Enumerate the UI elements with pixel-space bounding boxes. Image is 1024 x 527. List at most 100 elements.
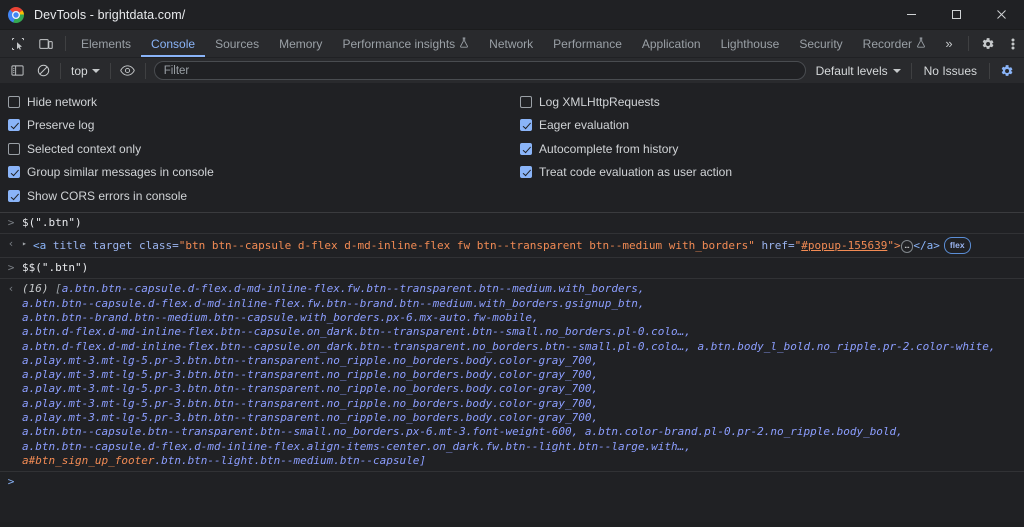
node-tag-close: </a> <box>913 239 940 252</box>
setting-show-cors-errors[interactable]: Show CORS errors in console <box>8 184 512 208</box>
setting-log-xmlhttprequests[interactable]: Log XMLHttpRequests <box>520 90 1024 114</box>
setting-treat-code-evaluation[interactable]: Treat code evaluation as user action <box>520 161 1024 185</box>
setting-group-similar-messages[interactable]: Group similar messages in console <box>8 161 512 185</box>
checkbox-preserve-log[interactable] <box>8 119 20 131</box>
setting-selected-context-only[interactable]: Selected context only <box>8 137 512 161</box>
setting-preserve-log[interactable]: Preserve log <box>8 114 512 138</box>
tab-recorder[interactable]: Recorder <box>853 30 936 57</box>
console-result-entry[interactable]: ‹ ▸ <a title target class="btn btn--caps… <box>0 234 1024 258</box>
flex-badge[interactable]: flex <box>944 237 971 254</box>
checkbox-treat-code-evaluation[interactable] <box>520 166 532 178</box>
taskbar-strip <box>0 522 1024 527</box>
issues-counter[interactable]: No Issues <box>916 64 985 78</box>
filter-input[interactable]: Filter <box>154 61 806 80</box>
chevron-down-icon <box>92 69 100 73</box>
device-toolbar-icon[interactable] <box>32 30 60 57</box>
tab-security[interactable]: Security <box>789 30 852 57</box>
toolbar-divider-4 <box>911 63 912 79</box>
console-sidebar-icon[interactable] <box>4 59 30 83</box>
console-settings-right-column: Log XMLHttpRequests Eager evaluation Aut… <box>512 90 1024 208</box>
toolbar-divider <box>60 63 61 79</box>
setting-hide-network[interactable]: Hide network <box>8 90 512 114</box>
toolbar-divider-2 <box>110 63 111 79</box>
close-icon[interactable] <box>979 0 1024 30</box>
checkbox-hide-network[interactable] <box>8 96 20 108</box>
console-prompt[interactable]: > <box>0 472 1024 491</box>
tab-performance-insights[interactable]: Performance insights <box>332 30 479 57</box>
node-href-link[interactable]: #popup-155639 <box>801 239 887 252</box>
tab-label: Memory <box>279 37 322 51</box>
console-result-array: (16) [a.btn.btn--capsule.d-flex.d-md-inl… <box>22 282 1024 468</box>
console-command-text: $$(".btn") <box>22 261 1024 275</box>
array-items[interactable]: a.btn.btn--capsule.d-flex.d-md-inline-fl… <box>22 282 996 452</box>
array-last-item-rest: .btn.btn--light.btn--medium.btn--capsule… <box>154 454 426 467</box>
checkbox-show-cors-errors[interactable] <box>8 190 20 202</box>
console-command-text: $(".btn") <box>22 216 1024 230</box>
maximize-icon[interactable] <box>934 0 979 30</box>
collapsed-content-icon[interactable]: … <box>901 240 914 253</box>
setting-label: Preserve log <box>27 118 94 132</box>
console-result-entry[interactable]: ‹ (16) [a.btn.btn--capsule.d-flex.d-md-i… <box>0 279 1024 472</box>
checkbox-eager-evaluation[interactable] <box>520 119 532 131</box>
console-settings-gear-icon[interactable] <box>994 64 1020 78</box>
tabbar-divider-right <box>968 36 969 51</box>
node-href-attr: href= <box>755 239 795 252</box>
prompt-caret-icon: > <box>0 475 22 488</box>
flask-icon <box>916 37 926 51</box>
array-last-item-id: a#btn_sign_up_footer <box>22 454 154 467</box>
log-levels-label: Default levels <box>816 64 888 78</box>
console-command-entry[interactable]: > $(".btn") <box>0 213 1024 234</box>
tab-label: Application <box>642 37 701 51</box>
more-vertical-icon[interactable] <box>1002 30 1024 57</box>
tab-label: Console <box>151 37 195 51</box>
tab-network[interactable]: Network <box>479 30 543 57</box>
tab-application[interactable]: Application <box>632 30 711 57</box>
output-caret-icon: ‹ <box>0 237 22 250</box>
tab-sources[interactable]: Sources <box>205 30 269 57</box>
tab-performance[interactable]: Performance <box>543 30 632 57</box>
clear-console-icon[interactable] <box>30 59 56 83</box>
execution-context-selector[interactable]: top <box>65 64 106 78</box>
tabbar-divider <box>65 36 66 51</box>
input-caret-icon: > <box>0 216 22 229</box>
setting-label: Group similar messages in console <box>27 165 214 179</box>
gear-icon[interactable] <box>974 30 1002 57</box>
tab-label: Security <box>799 37 842 51</box>
minimize-icon[interactable] <box>889 0 934 30</box>
chevron-down-icon <box>893 69 901 73</box>
checkbox-selected-context-only[interactable] <box>8 143 20 155</box>
log-levels-dropdown[interactable]: Default levels <box>810 64 907 78</box>
tab-console[interactable]: Console <box>141 30 205 57</box>
console-output[interactable]: > $(".btn") ‹ ▸ <a title target class="b… <box>0 213 1024 527</box>
expand-triangle-icon[interactable]: ▸ <box>22 237 33 248</box>
setting-autocomplete-from-history[interactable]: Autocomplete from history <box>520 137 1024 161</box>
tab-lighthouse[interactable]: Lighthouse <box>711 30 790 57</box>
checkbox-log-xmlhttprequests[interactable] <box>520 96 532 108</box>
node-tag-open: <a <box>33 239 46 252</box>
live-expression-eye-icon[interactable] <box>115 59 141 83</box>
console-command-entry[interactable]: > $$(".btn") <box>0 258 1024 279</box>
setting-eager-evaluation[interactable]: Eager evaluation <box>520 114 1024 138</box>
title-bar: DevTools - brightdata.com/ <box>0 0 1024 30</box>
panel-tab-bar: Elements Console Sources Memory Performa… <box>0 30 1024 58</box>
tabbar-actions <box>963 30 1024 57</box>
tab-label: Recorder <box>863 37 912 51</box>
setting-label: Treat code evaluation as user action <box>539 165 732 179</box>
console-toolbar: top Filter Default levels No Issues <box>0 58 1024 84</box>
chrome-logo <box>8 7 24 23</box>
toolbar-divider-3 <box>145 63 146 79</box>
node-class-value: "btn btn--capsule d-flex d-md-inline-fle… <box>179 239 755 252</box>
inspect-element-icon[interactable] <box>4 30 32 57</box>
setting-label: Hide network <box>27 95 97 109</box>
setting-label: Eager evaluation <box>539 118 629 132</box>
checkbox-autocomplete-from-history[interactable] <box>520 143 532 155</box>
tab-memory[interactable]: Memory <box>269 30 332 57</box>
toolbar-divider-5 <box>989 63 990 79</box>
flask-icon <box>459 37 469 51</box>
tab-elements[interactable]: Elements <box>71 30 141 57</box>
more-tabs-button[interactable]: » <box>936 30 962 57</box>
console-result-node: <a title target class="btn btn--capsule … <box>33 237 1024 254</box>
node-href-quote-close: "> <box>887 239 900 252</box>
tab-label: Sources <box>215 37 259 51</box>
checkbox-group-similar-messages[interactable] <box>8 166 20 178</box>
